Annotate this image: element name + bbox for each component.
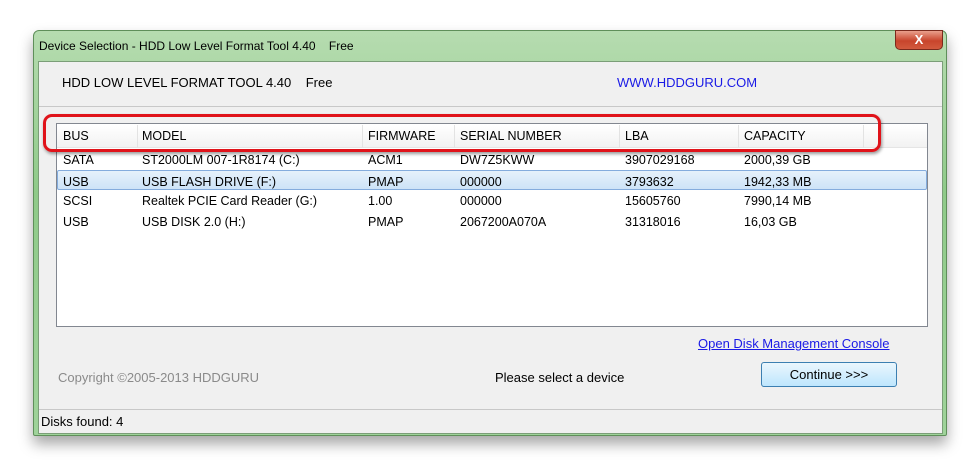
cell-bus: SCSI [63,194,93,208]
status-bar: Disks found: 4 [39,409,942,433]
cell-bus: USB [63,214,89,229]
status-message: Please select a device [495,370,625,385]
disks-found-text: Disks found: 4 [41,414,124,429]
cell-serial: 000000 [460,174,502,189]
window-title: Device Selection - HDD Low Level Format … [39,39,354,53]
app-title: HDD LOW LEVEL FORMAT TOOL 4.40 Free [62,75,333,90]
header-panel: HDD LOW LEVEL FORMAT TOOL 4.40 Free WWW.… [39,62,942,107]
cell-lba: 3907029168 [625,153,695,167]
website-link[interactable]: WWW.HDDGURU.COM [617,75,757,90]
cell-model: USB FLASH DRIVE (F:) [142,174,277,189]
table-row[interactable]: SATA ST2000LM 007-1R8174 (C:) ACM1 DW7Z5KWW… [57,149,927,169]
cell-firmware: 1.00 [368,194,393,208]
cell-firmware: ACM1 [368,153,403,167]
cell-lba: 3793632 [625,174,674,189]
continue-button[interactable]: Continue >>> [761,362,897,387]
cell-capacity: 1942,33 MB [744,174,812,189]
cell-serial: 2067200A070A [460,214,547,229]
cell-model: ST2000LM 007-1R8174 (C:) [142,153,300,167]
cell-lba: 15605760 [625,194,681,208]
cell-firmware: PMAP [368,174,404,189]
cell-serial: DW7Z5KWW [460,153,535,167]
cell-capacity: 16,03 GB [744,214,797,229]
column-header-highlight [43,114,881,152]
cell-bus: SATA [63,153,94,167]
table-row[interactable]: USB USB DISK 2.0 (H:) PMAP 2067200A070A 3131… [57,211,927,231]
table-row[interactable]: USB USB FLASH DRIVE (F:) PMAP 000000 3793632… [57,169,927,190]
device-list[interactable]: BUS MODEL FIRMWARE SERIAL NUMBER LBA CAP… [56,123,928,327]
cell-lba: 31318016 [625,214,681,229]
cell-firmware: PMAP [368,214,404,229]
table-row[interactable]: SCSI Realtek PCIE Card Reader (G:) 1.00 000… [57,190,927,210]
cell-model: USB DISK 2.0 (H:) [142,214,246,229]
open-disk-management-link[interactable]: Open Disk Management Console [698,336,890,351]
device-selection-window: Device Selection - HDD Low Level Format … [33,30,947,436]
close-button[interactable]: X [895,30,943,50]
cell-bus: USB [63,174,89,189]
copyright-text: Copyright ©2005-2013 HDDGURU [58,370,260,385]
cell-serial: 000000 [460,194,502,208]
cell-model: Realtek PCIE Card Reader (G:) [142,194,318,208]
cell-capacity: 7990,14 MB [744,194,812,208]
cell-capacity: 2000,39 GB [744,153,811,167]
